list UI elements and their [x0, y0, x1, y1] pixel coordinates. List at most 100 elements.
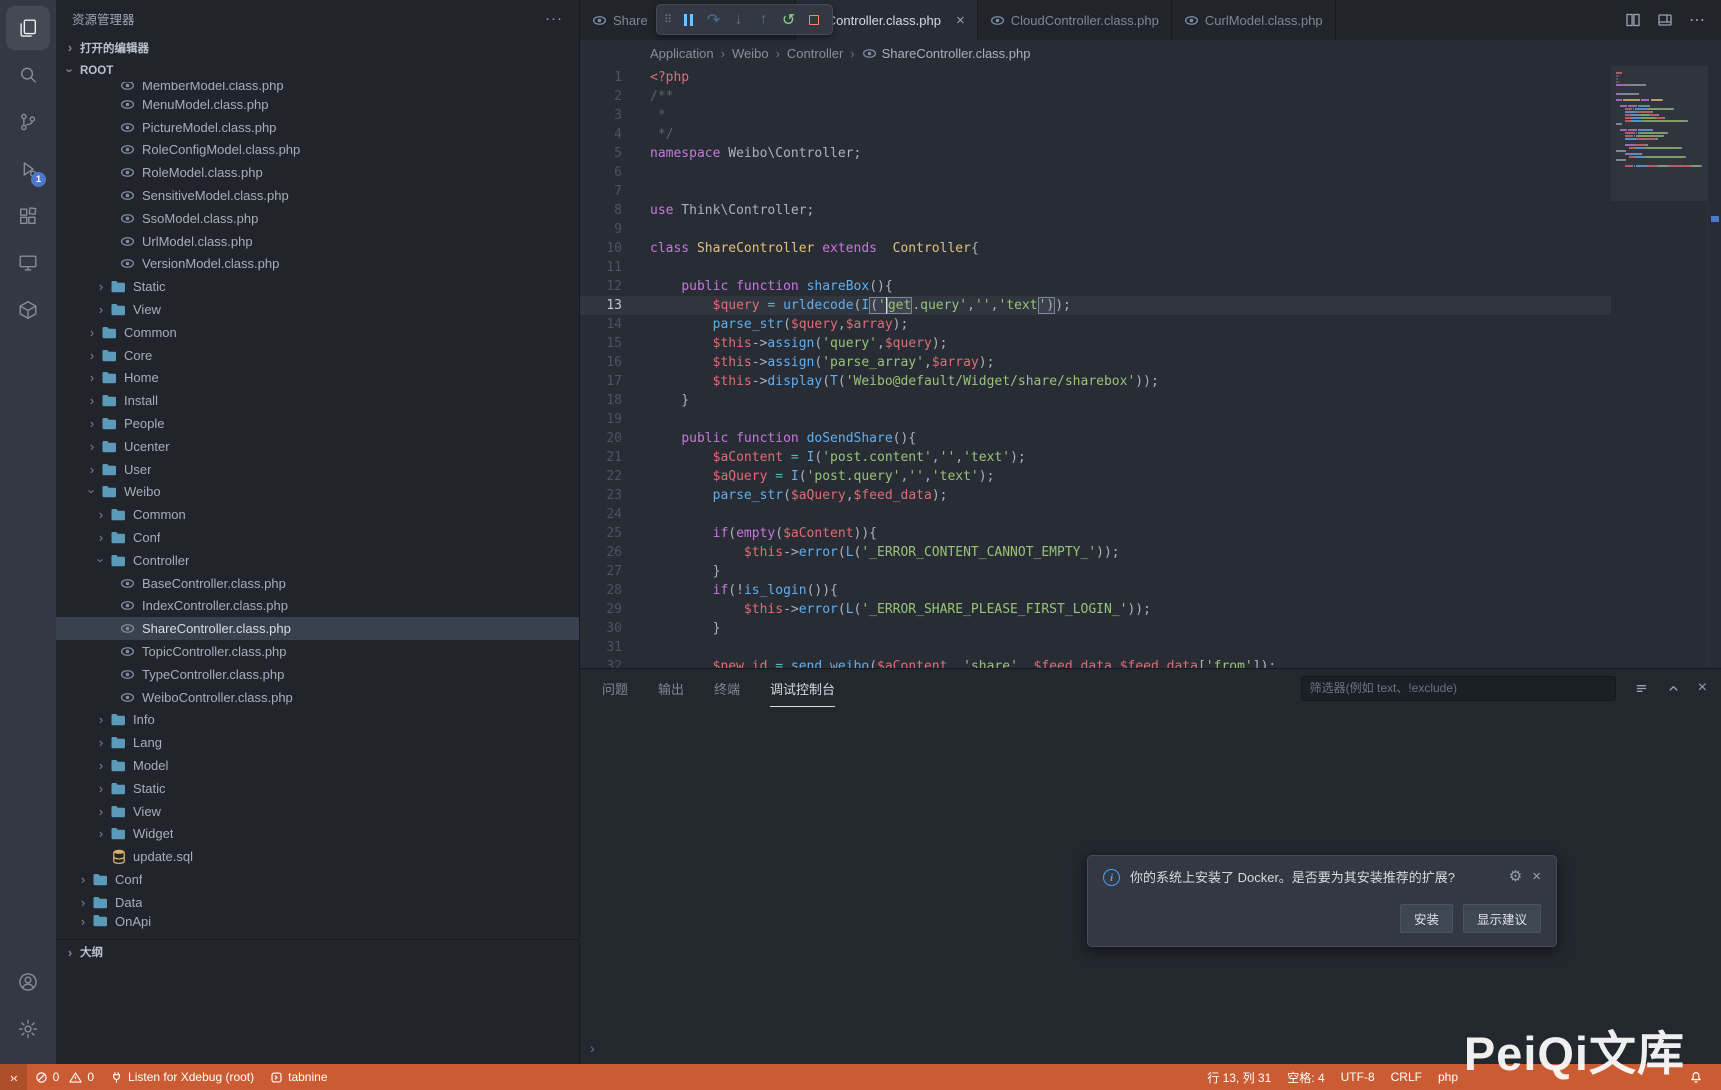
tree-item-View[interactable]: › View [56, 800, 579, 823]
tree-item-Home[interactable]: › Home [56, 367, 579, 390]
activity-extensions-icon[interactable] [6, 194, 50, 238]
activity-source-control-icon[interactable] [6, 100, 50, 144]
maximize-panel-icon[interactable] [1666, 681, 1681, 696]
notification-settings-icon[interactable]: ⚙ [1509, 869, 1522, 884]
install-button[interactable]: 安装 [1399, 904, 1453, 933]
pause-icon[interactable] [677, 8, 700, 31]
code-line-30[interactable]: 30 } [580, 619, 1611, 638]
editor-tab-CloudController.class.php[interactable]: CloudController.class.php [977, 0, 1172, 40]
code-line-26[interactable]: 26 $this->error(L('_ERROR_CONTENT_CANNOT… [580, 543, 1611, 562]
tree-item-Weibo[interactable]: › Weibo [56, 481, 579, 504]
panel-tab-问题[interactable]: 问题 [602, 669, 628, 707]
code-line-25[interactable]: 25 if(empty($aContent)){ [580, 524, 1611, 543]
code-line-29[interactable]: 29 $this->error(L('_ERROR_SHARE_PLEASE_F… [580, 600, 1611, 619]
section-open-editors[interactable]: › 打开的编辑器 [56, 36, 579, 59]
tree-item-Conf[interactable]: › Conf [56, 526, 579, 549]
more-actions-icon[interactable]: ⋯ [1689, 10, 1705, 30]
split-editor-icon[interactable] [1625, 12, 1641, 28]
code-line-13[interactable]: 13 $query = urldecode(I(' get.query','','… [580, 296, 1611, 315]
tree-item-OnApi[interactable]: › OnApi [56, 914, 579, 929]
close-icon[interactable]: × [956, 13, 965, 28]
tree-item-IndexController.class.php[interactable]: IndexController.class.php [56, 595, 579, 618]
breadcrumb-item[interactable]: Application [650, 46, 714, 61]
code-line-19[interactable]: 19 [580, 410, 1611, 429]
tree-item-UrlModel.class.php[interactable]: UrlModel.class.php [56, 230, 579, 253]
tree-item-MemberModel.class.php[interactable]: MemberModel.class.php [56, 82, 579, 93]
language-mode[interactable]: php [1430, 1070, 1466, 1084]
tree-item-Model[interactable]: › Model [56, 754, 579, 777]
toolbar-grip-icon[interactable]: ⠿ [664, 13, 672, 26]
tree-item-VersionModel.class.php[interactable]: VersionModel.class.php [56, 253, 579, 276]
debug-filter-input[interactable] [1300, 675, 1616, 701]
code-line-15[interactable]: 15 $this->assign('query',$query); [580, 334, 1611, 353]
code-line-27[interactable]: 27 } [580, 562, 1611, 581]
tree-item-Widget[interactable]: › Widget [56, 823, 579, 846]
code-line-1[interactable]: 1 <?php [580, 68, 1611, 87]
tree-item-Common[interactable]: › Common [56, 503, 579, 526]
tree-item-Controller[interactable]: › Controller [56, 549, 579, 572]
step-into-icon[interactable]: ↓ [727, 8, 750, 31]
code-line-28[interactable]: 28 if(!is_login()){ [580, 581, 1611, 600]
activity-docker-icon[interactable] [6, 288, 50, 332]
code-line-16[interactable]: 16 $this->assign('parse_array',$array); [580, 353, 1611, 372]
debug-listen-status[interactable]: Listen for Xdebug (root) [102, 1064, 262, 1090]
panel-tab-输出[interactable]: 输出 [658, 669, 684, 707]
code-line-4[interactable]: 4 */ [580, 125, 1611, 144]
tree-item-PictureModel.class.php[interactable]: PictureModel.class.php [56, 116, 579, 139]
problems-status[interactable]: 0 0 [27, 1064, 102, 1090]
tree-item-RoleConfigModel.class.php[interactable]: RoleConfigModel.class.php [56, 139, 579, 162]
tree-item-WeiboController.class.php[interactable]: WeiboController.class.php [56, 686, 579, 709]
notifications-bell[interactable] [1681, 1070, 1711, 1084]
close-icon[interactable]: × [1532, 869, 1541, 884]
code-line-10[interactable]: 10 class ShareController extends Controll… [580, 239, 1611, 258]
code-line-21[interactable]: 21 $aContent = I('post.content','','text… [580, 448, 1611, 467]
tabnine-status[interactable]: tabnine [262, 1064, 335, 1090]
tree-item-Static[interactable]: › Static [56, 275, 579, 298]
activity-remote-explorer-icon[interactable] [6, 241, 50, 285]
remote-indicator[interactable]: ›‹ [0, 1064, 27, 1090]
editor-tab-CurlModel.class.php[interactable]: CurlModel.class.php [1171, 0, 1336, 40]
code-line-14[interactable]: 14 parse_str($query,$array); [580, 315, 1611, 334]
indentation[interactable]: 空格: 4 [1279, 1069, 1332, 1086]
tree-item-Info[interactable]: › Info [56, 709, 579, 732]
more-actions-icon[interactable]: ··· [545, 10, 563, 27]
tree-item-User[interactable]: › User [56, 458, 579, 481]
code-line-6[interactable]: 6 [580, 163, 1611, 182]
tree-item-Lang[interactable]: › Lang [56, 731, 579, 754]
minimap[interactable] [1611, 66, 1707, 668]
code-line-5[interactable]: 5 namespace Weibo\Controller; [580, 144, 1611, 163]
stop-icon[interactable] [802, 8, 825, 31]
code-line-17[interactable]: 17 $this->display(T('Weibo@default/Widge… [580, 372, 1611, 391]
code-line-22[interactable]: 22 $aQuery = I('post.query','','text'); [580, 467, 1611, 486]
code-line-9[interactable]: 9 [580, 220, 1611, 239]
code-line-3[interactable]: 3 * [580, 106, 1611, 125]
code-line-11[interactable]: 11 [580, 258, 1611, 277]
code-line-23[interactable]: 23 parse_str($aQuery,$feed_data); [580, 486, 1611, 505]
tree-item-Static[interactable]: › Static [56, 777, 579, 800]
tree-item-Conf[interactable]: › Conf [56, 868, 579, 891]
section-root[interactable]: › ROOT [56, 59, 579, 82]
activity-manage-icon[interactable] [6, 1007, 50, 1051]
activity-search-icon[interactable] [6, 53, 50, 97]
tree-item-Core[interactable]: › Core [56, 344, 579, 367]
step-over-icon[interactable]: ↷ [702, 8, 725, 31]
tree-item-View[interactable]: › View [56, 298, 579, 321]
cursor-position[interactable]: 行 13, 列 31 [1199, 1069, 1279, 1086]
restart-icon[interactable]: ↺ [777, 8, 800, 31]
tree-item-ShareController.class.php[interactable]: ShareController.class.php [56, 617, 579, 641]
tree-item-BaseController.class.php[interactable]: BaseController.class.php [56, 572, 579, 595]
breadcrumb-item[interactable]: Weibo [732, 46, 769, 61]
code-line-32[interactable]: 32 $new_id = send_weibo($aContent, 'shar… [580, 657, 1611, 668]
filter-lines-icon[interactable] [1634, 681, 1649, 696]
tree-item-SsoModel.class.php[interactable]: SsoModel.class.php [56, 207, 579, 230]
code-line-7[interactable]: 7 [580, 182, 1611, 201]
encoding[interactable]: UTF-8 [1333, 1070, 1383, 1084]
code-line-31[interactable]: 31 [580, 638, 1611, 657]
breadcrumb-item[interactable]: ShareController.class.php [862, 46, 1030, 61]
close-panel-icon[interactable]: × [1698, 679, 1707, 697]
tree-item-Ucenter[interactable]: › Ucenter [56, 435, 579, 458]
section-outline[interactable]: › 大纲 [56, 939, 579, 964]
tree-item-Data[interactable]: › Data [56, 891, 579, 914]
panel-tab-终端[interactable]: 终端 [714, 669, 740, 707]
code-line-2[interactable]: 2/** [580, 87, 1611, 106]
